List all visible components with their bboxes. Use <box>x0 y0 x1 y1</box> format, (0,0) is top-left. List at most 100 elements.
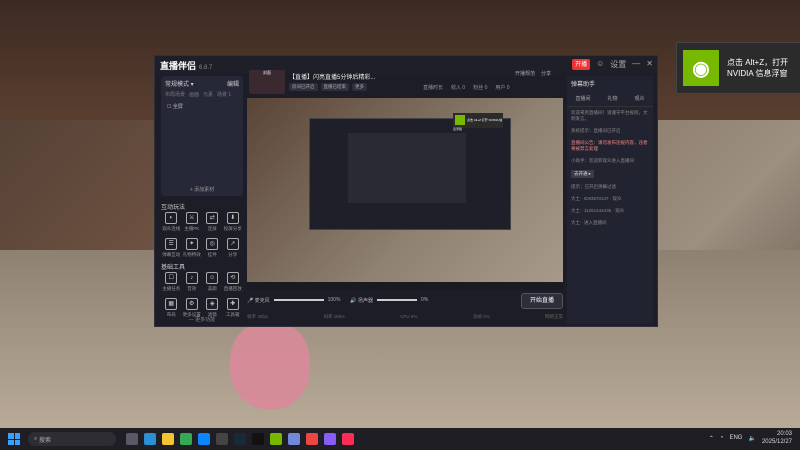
clock[interactable]: 20:03 2025/12/27 <box>762 430 792 446</box>
taskbar-search[interactable]: ⌕ 搜索 <box>28 432 116 446</box>
tool-item[interactable]: ⟲ 直播回放 <box>223 272 244 292</box>
settings-button[interactable]: 设置 <box>610 59 626 70</box>
interact-item[interactable]: ◐ 观众连线 <box>161 212 182 232</box>
nvidia-toast[interactable]: ◉ 点击 Alt+Z，打开 NVIDIA 信息浮窗 <box>676 42 800 94</box>
app-icon[interactable] <box>180 433 192 445</box>
profile-icon[interactable]: ☺ <box>596 59 604 70</box>
tool-item[interactable]: ▦ 布局 <box>161 298 182 318</box>
scene-tab[interactable]: 画面 <box>189 91 199 98</box>
user-row[interactable]: 大土 · 进入直播间 <box>567 217 653 229</box>
interact-item[interactable]: ☰ 弹幕互动 <box>161 238 182 258</box>
tool-item[interactable]: ☺ 美颜 <box>202 272 223 292</box>
stream-preview[interactable]: 点击 Alt+Z 打开 NVIDIA 信息浮窗 <box>247 98 563 290</box>
item-label: 分享 <box>228 252 238 257</box>
interact-item[interactable]: ↗ 分享 <box>223 238 244 258</box>
clock-time: 20:03 <box>776 431 792 437</box>
stream-title[interactable]: 【直播】闪亮直播5分钟后精彩... <box>289 72 375 81</box>
preview-nested-window <box>309 118 511 230</box>
tool-item[interactable]: ⚙ 更多设置 <box>182 298 203 318</box>
app-icon[interactable] <box>342 433 354 445</box>
tool-icon: ♪ <box>185 272 198 284</box>
tool-item[interactable]: ✚ 工具箱 <box>223 298 244 318</box>
footer-stat: 帧率 30fps <box>247 314 269 319</box>
item-label: 主播任务 <box>162 286 181 291</box>
chat-message: 欢迎来到直播间！请遵守平台规则，文明发言。 <box>571 110 648 121</box>
chat-panel: 弹幕助手 直播间 礼物 观众 欢迎来到直播间！请遵守平台规则，文明发言。 系统提… <box>567 76 653 324</box>
brand-name: 直播伴侣 <box>160 61 197 71</box>
interact-item[interactable]: ⚔ 主播PK <box>182 212 203 232</box>
title-buttons: 开播 ☺ 设置 — ✕ <box>572 59 653 70</box>
chevron-up-icon[interactable]: ⌃ <box>709 435 714 442</box>
start-stream-button[interactable]: 开始直播 <box>521 293 563 309</box>
chat-tab[interactable]: 直播间 <box>575 95 590 102</box>
taskbar: ⌕ 搜索 ⌃ ◔ ENG 🔈 20:03 2025/12/27 <box>0 428 800 450</box>
info-chip[interactable]: 更多 <box>352 83 367 91</box>
item-label: 主播PK <box>184 226 200 231</box>
add-source-button[interactable]: + 添加素材 <box>161 186 243 193</box>
app-icon[interactable] <box>162 433 174 445</box>
user-row[interactable]: 大土 · 11251444435 · 观众 <box>567 205 653 217</box>
app-icon[interactable] <box>324 433 336 445</box>
more-functions-link[interactable]: — 更多功能 <box>161 316 243 323</box>
volume-icon[interactable]: 🔈 <box>748 435 755 442</box>
info-chip[interactable]: 房间已开启 <box>289 83 318 91</box>
info-actions: 开播规范 分享 <box>515 70 551 77</box>
interact-item[interactable]: ⬇ 投屏分享 <box>223 212 244 232</box>
app-icon[interactable] <box>126 433 138 445</box>
close-icon[interactable]: ✕ <box>646 59 653 70</box>
go-live-button[interactable]: 开播 <box>572 59 591 70</box>
stat: 直播时长 <box>423 85 444 91</box>
app-icon[interactable] <box>198 433 210 445</box>
app-window: 直播伴侣 6.8.7 开播 ☺ 设置 — ✕ 常规模式 ▾ 编辑 布局场景 画面 元… <box>154 55 658 327</box>
mic-label[interactable]: 🎤 麦克风 <box>247 297 270 304</box>
item-label: 美颜 <box>207 286 217 291</box>
app-icon[interactable] <box>144 433 156 445</box>
app-icon[interactable] <box>288 433 300 445</box>
app-icon[interactable] <box>306 433 318 445</box>
status-footer: 帧率 30fps 码率 0kb/s CPU 6% 丢帧 0% 网络正常 <box>247 314 563 320</box>
scene-title[interactable]: 常规模式 ▾ <box>165 79 194 88</box>
scene-item-fullscreen[interactable]: ☐ 全屏 <box>161 98 243 115</box>
chat-message: 提示：已开启弹幕过滤 <box>571 184 616 189</box>
mic-slider[interactable] <box>273 299 324 301</box>
tool-icon: ⬇ <box>226 212 239 224</box>
speaker-slider[interactable] <box>377 299 418 301</box>
thumb-label: 封面 <box>263 70 271 75</box>
interact-item[interactable]: ◎ 挂件 <box>202 238 223 258</box>
scene-tab[interactable]: 场景 1 <box>217 91 231 98</box>
item-label: 挂件 <box>207 252 217 257</box>
tool-icon: ◐ <box>165 212 178 224</box>
interact-item[interactable]: ✦ 礼物特效 <box>182 238 203 258</box>
item-label: 礼物特效 <box>182 252 201 257</box>
interact-item[interactable]: ⇄ 连屏 <box>202 212 223 232</box>
wifi-icon[interactable]: ◔ <box>720 435 724 441</box>
chat-tab[interactable]: 礼物 <box>607 95 617 102</box>
cover-thumbnail[interactable]: 封面 <box>249 70 285 94</box>
user-row[interactable]: 大土 · ID83570147 · 观众 <box>567 193 653 205</box>
activate-button[interactable]: 去开通 ▸ <box>571 170 595 178</box>
lang-indicator[interactable]: ENG <box>729 435 742 441</box>
tool-icon: ✚ <box>226 298 239 310</box>
app-icon[interactable] <box>234 433 246 445</box>
tool-item[interactable]: ◈ 滤镜 <box>202 298 223 318</box>
rules-link[interactable]: 开播规范 <box>515 70 535 77</box>
scene-edit[interactable]: 编辑 <box>227 79 239 88</box>
chat-highlight: 直播间公告：请勿发布违规内容，违者将被禁言处理 <box>571 140 648 151</box>
share-link[interactable]: 分享 <box>541 70 551 77</box>
windows-start-icon[interactable] <box>8 433 20 445</box>
stream-stats: 直播时长 收入 0 粉丝 0 用户 0 <box>423 84 510 91</box>
chat-tab[interactable]: 观众 <box>634 95 644 102</box>
scene-tab[interactable]: 元素 <box>203 91 213 98</box>
tool-item[interactable]: ♪ 音效 <box>182 272 203 292</box>
speaker-label[interactable]: 🔊 扬声器 <box>350 297 373 304</box>
app-icon[interactable] <box>216 433 228 445</box>
scene-tab[interactable]: 布局场景 <box>165 91 185 98</box>
app-icon[interactable] <box>270 433 282 445</box>
info-chip[interactable]: 直播已结束 <box>320 83 349 91</box>
nvidia-icon: ◉ <box>683 50 719 86</box>
tool-item[interactable]: ☐ 主播任务 <box>161 272 182 292</box>
search-placeholder: 搜索 <box>39 437 52 444</box>
minimize-icon[interactable]: — <box>632 59 640 70</box>
speaker-pct: 0% <box>421 297 429 303</box>
app-icon[interactable] <box>252 433 264 445</box>
